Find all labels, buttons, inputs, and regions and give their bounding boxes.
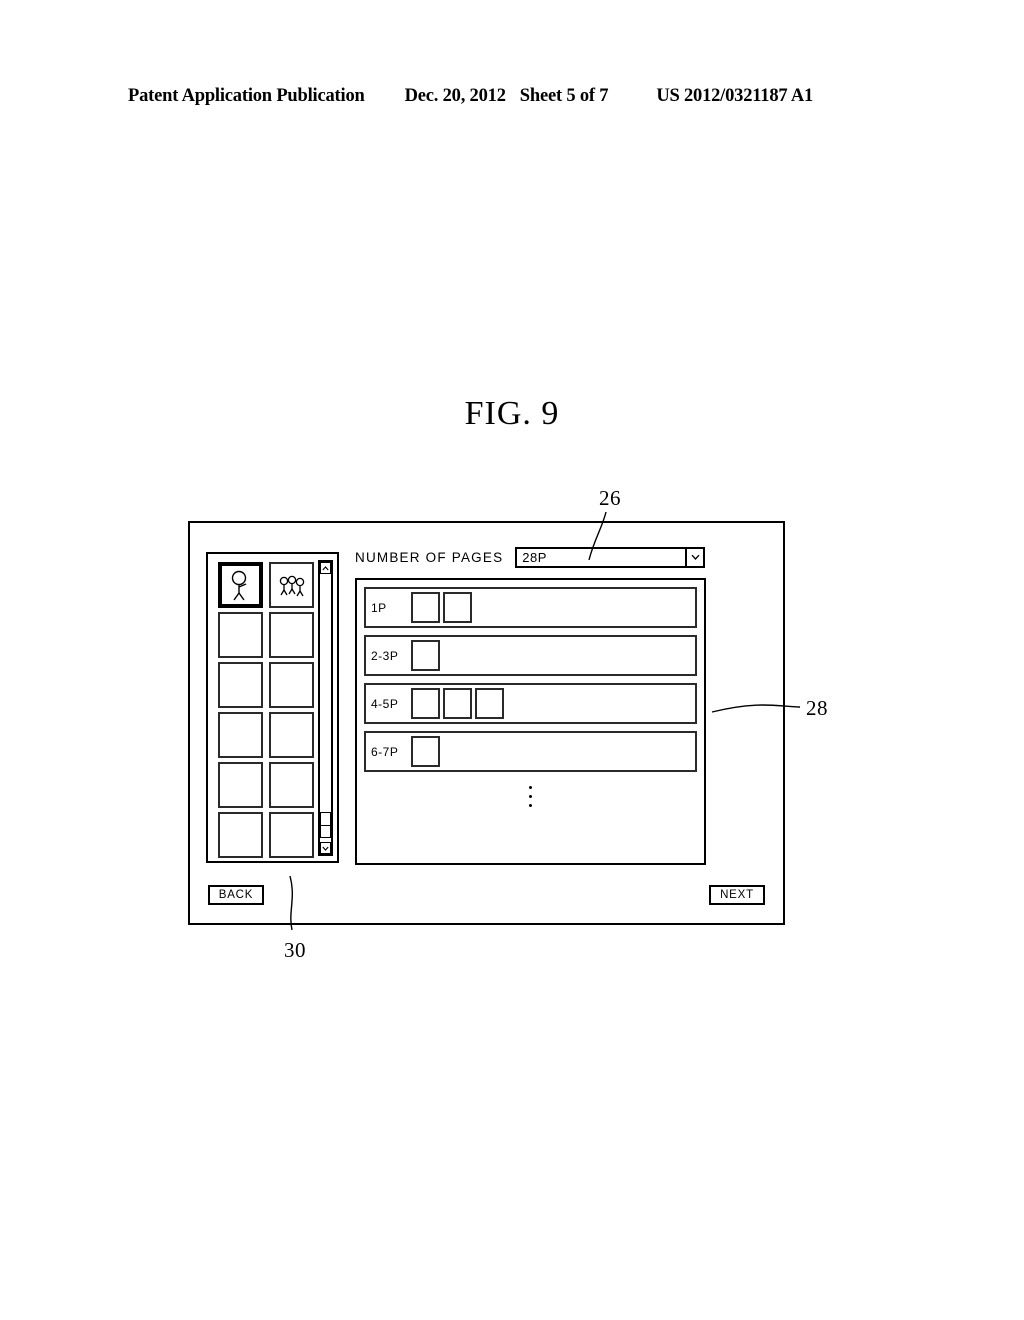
number-of-pages-label: NUMBER OF PAGES <box>355 549 504 565</box>
photo-slot[interactable] <box>411 640 440 671</box>
photo-slot[interactable] <box>411 592 440 623</box>
thumbnail-item[interactable] <box>218 762 263 808</box>
number-of-pages-value: 28P <box>522 549 547 565</box>
reference-numeral-26: 26 <box>599 486 621 510</box>
chevron-up-icon <box>322 565 329 570</box>
photo-slot[interactable] <box>443 688 472 719</box>
publication-date: Dec. 20, 2012 <box>404 86 506 106</box>
scrollbar-thumb[interactable] <box>320 812 331 838</box>
thumbnail-panel <box>206 552 339 863</box>
scroll-down-button[interactable] <box>320 842 331 854</box>
thumbnail-item[interactable] <box>269 662 314 708</box>
reference-numeral-28: 28 <box>806 696 828 720</box>
spread-row[interactable]: 6-7P <box>364 731 697 772</box>
thumbnail-grid <box>218 562 314 862</box>
ellipsis-dot <box>529 786 532 789</box>
publication-title: Patent Application Publication <box>128 86 365 106</box>
figure-title: FIG. 9 <box>464 395 560 432</box>
chevron-down-icon <box>322 846 329 851</box>
thumbnail-item[interactable] <box>218 812 263 858</box>
thumbnail-item[interactable] <box>218 612 263 658</box>
thumbnail-item[interactable] <box>269 712 314 758</box>
photo-slot[interactable] <box>411 736 440 767</box>
spread-label: 1P <box>371 600 387 615</box>
right-pane: NUMBER OF PAGES 28P 1P 2-3P 4-5P 6-7P <box>355 545 770 865</box>
chevron-down-icon[interactable] <box>685 548 703 566</box>
reference-numeral-30: 30 <box>284 938 306 962</box>
thumbnail-item[interactable] <box>269 762 314 808</box>
spread-label: 6-7P <box>371 744 399 759</box>
sheet-number: Sheet 5 of 7 <box>519 86 609 106</box>
photo-slot[interactable] <box>475 688 504 719</box>
number-of-pages-row: NUMBER OF PAGES 28P <box>355 545 770 569</box>
vertical-ellipsis-icon <box>364 786 697 807</box>
photo-slot[interactable] <box>443 592 472 623</box>
spread-label: 4-5P <box>371 696 399 711</box>
ellipsis-dot <box>529 804 532 807</box>
thumbnail-item[interactable] <box>269 612 314 658</box>
ellipsis-dot <box>529 795 532 798</box>
thumbnail-item[interactable] <box>269 812 314 858</box>
thumbnail-scrollbar[interactable] <box>318 560 333 856</box>
spread-row[interactable]: 2-3P <box>364 635 697 676</box>
patent-number: US 2012/0321187 A1 <box>656 86 814 106</box>
back-button[interactable]: BACK <box>208 885 264 905</box>
thumbnail-item[interactable] <box>218 562 263 608</box>
next-button[interactable]: NEXT <box>709 885 765 905</box>
spread-list-panel: 1P 2-3P 4-5P 6-7P <box>355 578 706 865</box>
spread-row[interactable]: 1P <box>364 587 697 628</box>
page-header: Patent Application Publication Dec. 20, … <box>128 86 896 112</box>
group-of-people-icon <box>271 564 312 606</box>
number-of-pages-dropdown[interactable]: 28P <box>515 546 706 568</box>
thumbnail-item[interactable] <box>269 562 314 608</box>
thumbnail-item[interactable] <box>218 712 263 758</box>
thumbnail-item[interactable] <box>218 662 263 708</box>
spread-row[interactable]: 4-5P <box>364 683 697 724</box>
application-window: NUMBER OF PAGES 28P 1P 2-3P 4-5P 6-7P BA… <box>188 521 785 925</box>
spread-label: 2-3P <box>371 648 399 663</box>
single-person-icon <box>222 566 259 604</box>
photo-slot[interactable] <box>411 688 440 719</box>
scroll-up-button[interactable] <box>320 562 331 574</box>
